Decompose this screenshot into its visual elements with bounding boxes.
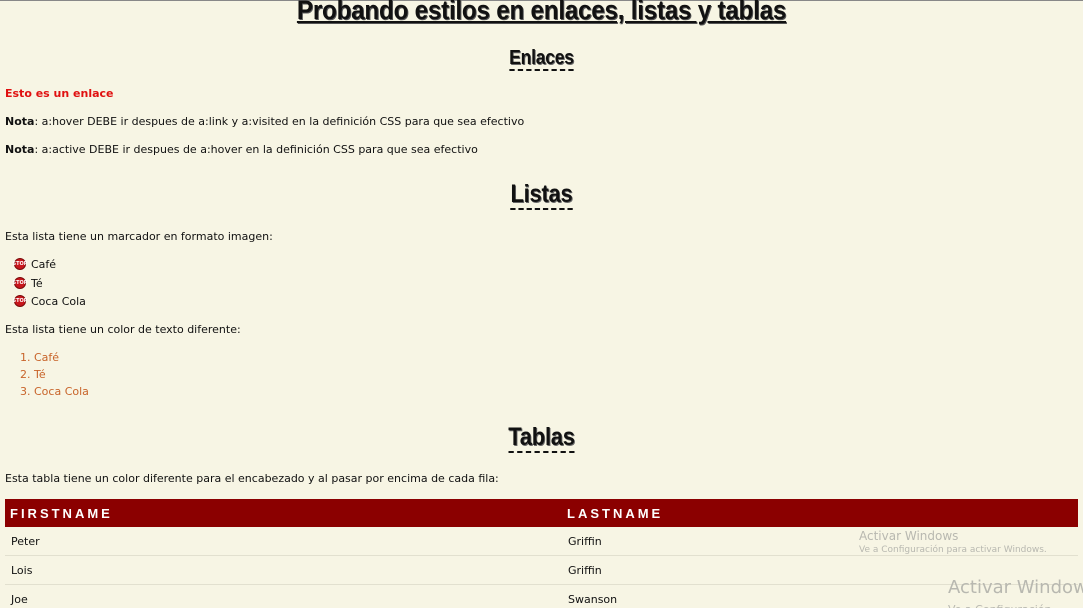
image-list-item: STOP Coca Cola [13,295,86,309]
column-header-lastname: LASTNAME [567,505,664,521]
image-list-item: STOP Té [13,277,43,291]
page: Probando estilos en enlaces, listas y ta… [0,0,1083,608]
colored-list-label: Té [34,368,46,381]
note-hover: Nota: a:hover DEBE ir despues de a:link … [5,115,524,129]
table-header-row: FIRSTNAME LASTNAME [5,499,1078,527]
colored-list-number: 2. [20,368,31,381]
section-heading-enlaces-text: Enlaces [509,47,574,71]
stop-sign-icon: STOP [13,295,27,307]
activation-watermark-large-sub: Ve a Configuración [948,599,1083,608]
note-hover-label: Nota [5,115,35,128]
stop-sign-icon: STOP [13,258,27,270]
image-list-item: STOP Café [13,258,57,272]
colored-list-number: 3. [20,385,31,398]
table-intro: Esta tabla tiene un color diferente para… [5,472,499,485]
colored-list-item: 1. Café [20,351,59,365]
sample-link[interactable]: Esto es un enlace [5,87,114,100]
stop-sign-icon: STOP [13,277,27,289]
colored-list-label: Coca Cola [34,385,89,398]
colored-list-item: 2. Té [20,368,46,382]
table-row[interactable]: Lois Griffin [5,555,1078,585]
image-list-item-label: Café [31,258,57,271]
note-hover-text: : a:hover DEBE ir despues de a:link y a:… [34,115,525,128]
colored-list-intro: Esta lista tiene un color de texto difer… [5,323,241,336]
section-heading-enlaces: Enlaces [65,45,1018,71]
activation-watermark-small: Activar Windows Ve a Configuración para … [859,529,1047,557]
table-cell-firstname: Joe [5,584,562,608]
page-title: Probando estilos en enlaces, listas y ta… [296,0,787,25]
table-cell-firstname: Lois [5,555,562,585]
colored-list-item: 3. Coca Cola [20,385,89,399]
note-active: Nota: a:active DEBE ir despues de a:hove… [5,143,478,157]
image-list-intro: Esta lista tiene un marcador en formato … [5,230,273,243]
section-heading-listas-text: Listas [510,180,573,210]
activation-watermark-small-title: Activar Windows [859,529,959,543]
note-active-label: Nota [5,143,35,156]
section-heading-tablas: Tablas [65,421,1018,453]
activation-watermark-large: Activar Window Ve a Configuración [948,577,1083,608]
colored-list-label: Café [34,351,60,364]
activation-watermark-small-sub: Ve a Configuración para activar Windows. [859,545,1047,555]
section-heading-tablas-text: Tablas [508,423,575,453]
table-cell-firstname: Peter [5,527,562,556]
colored-list-number: 1. [20,351,31,364]
note-active-text: : a:active DEBE ir despues de a:hover en… [34,143,478,156]
table-row[interactable]: Joe Swanson [5,584,1078,608]
column-header-firstname: FIRSTNAME [10,505,113,521]
section-heading-listas: Listas [65,178,1018,210]
activation-watermark-large-title: Activar Window [948,577,1083,598]
link-paragraph: Esto es un enlace [5,87,114,101]
image-list-item-label: Té [31,277,43,290]
image-list-item-label: Coca Cola [31,295,86,308]
